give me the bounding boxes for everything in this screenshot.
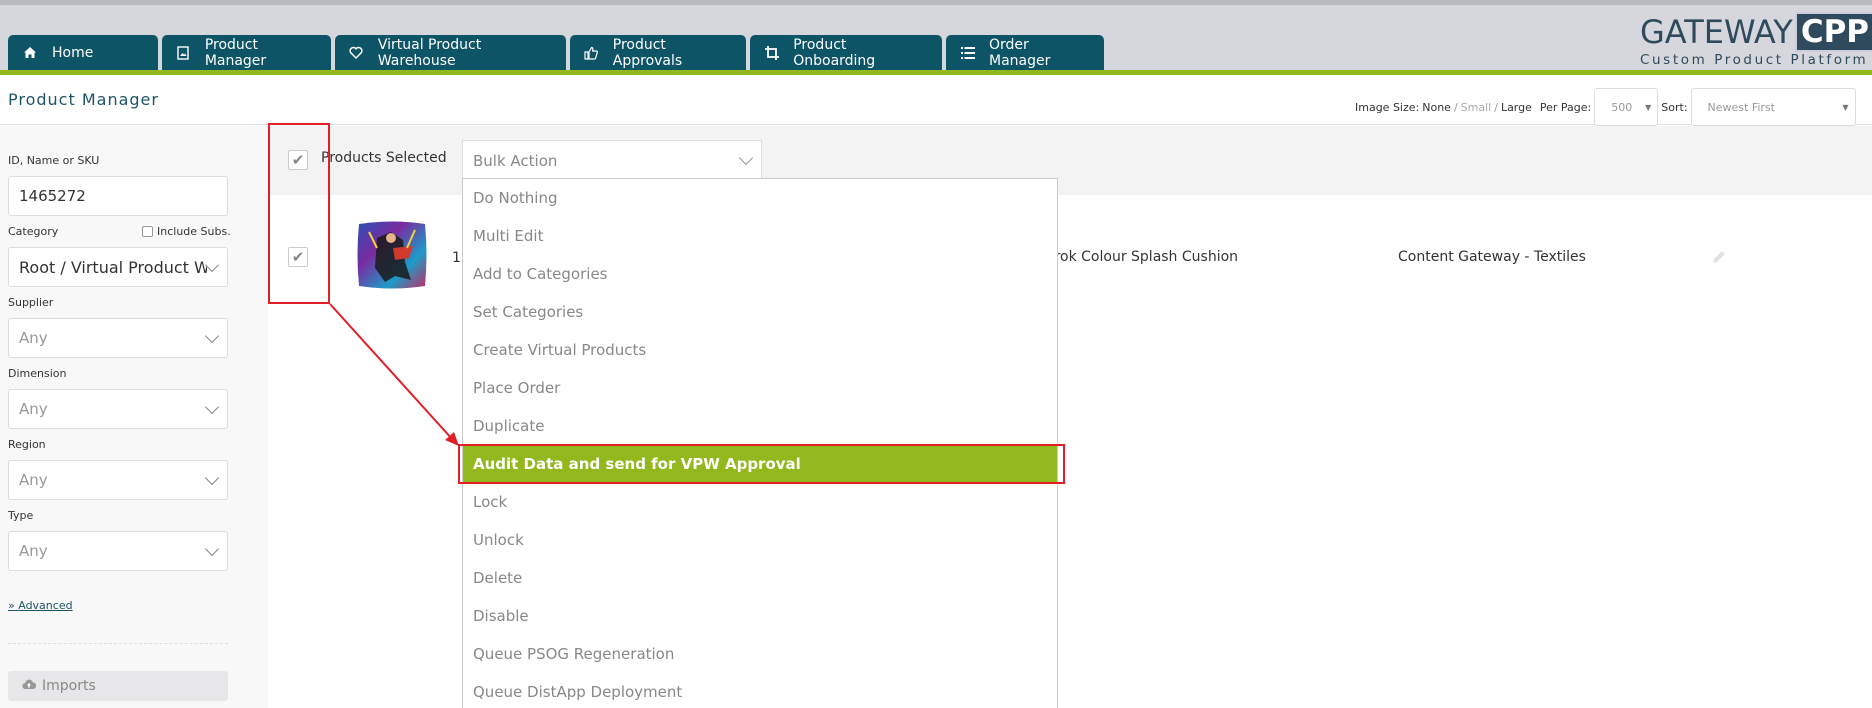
dimension-select[interactable]: Any — [8, 389, 228, 429]
tab-label: Home — [52, 44, 94, 61]
tab-product-onboarding[interactable]: Product Onboarding — [750, 35, 942, 70]
category-select[interactable]: Root / Virtual Product W — [8, 247, 228, 287]
tab-virtual-product-warehouse[interactable]: Virtual Product Warehouse — [335, 35, 566, 70]
chevron-down-icon — [204, 328, 220, 343]
tab-label: Product Onboarding — [793, 36, 876, 69]
annotation-checkbox-highlight — [268, 123, 330, 304]
type-value: Any — [19, 542, 48, 560]
tab-product-approvals[interactable]: Product Approvals — [570, 35, 746, 70]
bulk-option-multi-edit[interactable]: Multi Edit — [463, 217, 1057, 255]
advanced-filters-link[interactable]: » Advanced — [8, 599, 73, 612]
bulk-option-queue-distapp-deployment[interactable]: Queue DistApp Deployment — [463, 673, 1057, 708]
bulk-action-dropdown: Do Nothing Multi Edit Add to Categories … — [462, 178, 1058, 708]
supplier-select[interactable]: Any — [8, 318, 228, 358]
region-label: Region — [8, 438, 46, 451]
bulk-option-create-virtual-products[interactable]: Create Virtual Products — [463, 331, 1057, 369]
bulk-option-unlock[interactable]: Unlock — [463, 521, 1057, 559]
list-icon — [960, 45, 975, 61]
product-supplier: Content Gateway - Textiles — [1398, 249, 1586, 265]
bulk-option-do-nothing[interactable]: Do Nothing — [463, 179, 1057, 217]
double-chevron-right-icon: » — [8, 599, 15, 612]
bulk-option-queue-psog-regeneration[interactable]: Queue PSOG Regeneration — [463, 635, 1057, 673]
logo-cpp-text: CPP — [1794, 12, 1872, 52]
include-subs-label: Include Subs. — [157, 225, 231, 238]
page-title: Product Manager — [8, 90, 159, 109]
per-page-value: 500 — [1611, 100, 1633, 114]
supplier-label: Supplier — [8, 296, 54, 309]
include-subs-checkbox[interactable] — [142, 226, 153, 237]
bulk-option-disable[interactable]: Disable — [463, 597, 1057, 635]
bulk-option-set-categories[interactable]: Set Categories — [463, 293, 1057, 331]
imports-label: Imports — [42, 678, 96, 694]
logo-subtitle: Custom Product Platform — [1640, 52, 1869, 68]
id-filter-label: ID, Name or SKU — [8, 154, 100, 167]
tab-home[interactable]: Home — [8, 35, 158, 70]
chevron-down-icon — [204, 399, 220, 414]
supplier-value: Any — [19, 329, 48, 347]
sort-value: Newest First — [1707, 100, 1775, 114]
view-options: Image Size: None / Small / Large Per Pag… — [1355, 88, 1856, 126]
imports-button[interactable]: Imports — [8, 671, 228, 701]
filter-sidebar: ID, Name or SKU 1465272 Category Include… — [0, 126, 268, 708]
tab-label: Virtual Product Warehouse — [377, 36, 482, 69]
bulk-option-delete[interactable]: Delete — [463, 559, 1057, 597]
crop-icon — [764, 45, 779, 61]
type-select[interactable]: Any — [8, 531, 228, 571]
page-header: Product Manager Image Size: None / Small… — [0, 75, 1872, 126]
sidebar-divider — [8, 643, 228, 644]
advanced-link-label: Advanced — [18, 599, 73, 612]
image-size-large-link[interactable]: Large — [1501, 101, 1532, 114]
bulk-action-select[interactable]: Bulk Action — [462, 140, 762, 180]
tab-label: Order Manager — [989, 36, 1051, 69]
chevron-down-icon — [204, 470, 220, 485]
sort-select[interactable]: Newest First ▼ — [1690, 88, 1856, 126]
product-thumbnail — [355, 218, 429, 292]
include-subs-toggle[interactable]: Include Subs. — [142, 225, 231, 238]
product-name[interactable]: arok Colour Splash Cushion — [1046, 249, 1238, 265]
image-icon — [176, 45, 191, 61]
id-search-input[interactable]: 1465272 — [8, 176, 228, 216]
id-search-value: 1465272 — [19, 187, 86, 205]
separator: / — [1494, 100, 1498, 114]
type-label: Type — [8, 509, 34, 522]
caret-down-icon: ▼ — [1842, 102, 1849, 112]
chevron-down-icon — [738, 150, 754, 166]
product-id: 1 — [452, 250, 461, 266]
heart-icon — [349, 45, 364, 61]
logo-gateway-text: GATEWAY — [1640, 13, 1793, 51]
tab-label: Product Manager — [204, 36, 267, 69]
home-icon — [22, 45, 38, 61]
caret-down-icon: ▼ — [1645, 102, 1652, 112]
sort-label: Sort: — [1661, 100, 1688, 114]
image-size-label: Image Size: — [1355, 100, 1420, 114]
products-selected-label: Products Selected — [321, 150, 447, 166]
tab-label: Product Approvals — [612, 36, 683, 69]
region-value: Any — [19, 471, 48, 489]
chevron-down-icon — [204, 541, 220, 556]
image-size-none-link[interactable]: None — [1422, 101, 1451, 114]
main-tabs: Home Product Manager Virtual Product War… — [8, 35, 1108, 70]
tab-product-manager[interactable]: Product Manager — [162, 35, 331, 70]
bulk-action-placeholder: Bulk Action — [473, 151, 558, 170]
separator: / — [1453, 100, 1458, 114]
cloud-upload-icon — [22, 678, 37, 694]
category-value: Root / Virtual Product W — [19, 257, 208, 277]
region-select[interactable]: Any — [8, 460, 228, 500]
bulk-option-add-to-categories[interactable]: Add to Categories — [463, 255, 1057, 293]
tab-order-manager[interactable]: Order Manager — [946, 35, 1104, 70]
annotation-option-highlight — [458, 444, 1065, 484]
gateway-cpp-logo: GATEWAY CPP Custom Product Platform — [1640, 12, 1872, 68]
per-page-label: Per Page: — [1539, 100, 1592, 114]
bulk-option-place-order[interactable]: Place Order — [463, 369, 1057, 407]
dimension-label: Dimension — [8, 367, 67, 380]
bulk-option-lock[interactable]: Lock — [463, 483, 1057, 521]
category-label: Category — [8, 225, 59, 238]
pencil-icon[interactable] — [1710, 248, 1730, 268]
bulk-option-duplicate[interactable]: Duplicate — [463, 407, 1057, 445]
thumbs-up-icon — [584, 45, 599, 61]
dimension-value: Any — [19, 400, 48, 418]
chevron-down-icon — [205, 257, 220, 272]
image-size-small-link[interactable]: Small — [1461, 101, 1492, 114]
per-page-select[interactable]: 500 ▼ — [1594, 88, 1659, 126]
